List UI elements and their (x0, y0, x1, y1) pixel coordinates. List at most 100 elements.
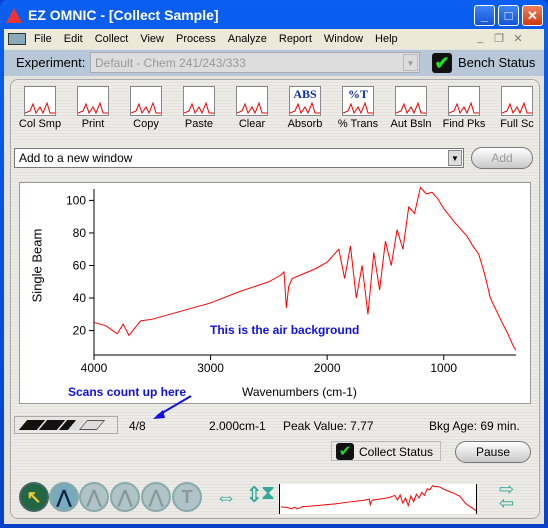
collect-sample-icon (24, 86, 56, 116)
air-background-annotation: This is the air background (210, 323, 360, 337)
toolbar-button-clear[interactable]: Clear (226, 86, 278, 130)
y-tick-label: 100 (66, 193, 86, 207)
toolbar-label: Clear (238, 118, 266, 130)
menu-bar: File Edit Collect View Process Analyze R… (4, 29, 544, 49)
pointer-tool-icon[interactable]: ↖ (19, 482, 49, 512)
toolbar-button-print[interactable]: Print (67, 86, 119, 130)
mdi-close-button[interactable]: ✕ (510, 32, 526, 45)
document-icon (8, 33, 26, 45)
x-tick-label: 4000 (81, 361, 108, 375)
client-area: File Edit Collect View Process Analyze R… (4, 29, 544, 524)
mdi-minimize-button[interactable]: _ (472, 32, 488, 44)
spectrum-chart: 4000 3000 2000 1000 100 80 60 40 20 Single Beam … (19, 182, 531, 404)
window-select-value: Add to a new window (19, 151, 133, 165)
mdi-restore-button[interactable]: ❐ (491, 32, 507, 45)
find-peaks-icon (448, 86, 480, 116)
toolbar-label: Col Smp (18, 118, 62, 130)
add-button[interactable]: Add (471, 147, 533, 169)
paste-icon (183, 86, 215, 116)
toolbar-button-find-pks[interactable]: Find Pks (438, 86, 490, 130)
resolution: 2.000cm-1 (209, 419, 266, 433)
spectrum-overview[interactable] (279, 484, 477, 514)
experiment-value: Default - Chem 241/243/333 (95, 56, 246, 70)
full-scale-icon (501, 86, 533, 116)
y-axis-label: Single Beam (29, 228, 45, 303)
window-title: EZ OMNIC - [Collect Sample] (28, 7, 219, 23)
experiment-label: Experiment: (16, 55, 86, 70)
toolbar-button-trans[interactable]: %T % Trans (332, 86, 384, 130)
spectrum-plot: 4000 3000 2000 1000 100 80 60 40 20 (66, 186, 517, 375)
x-tick-label: 1000 (430, 361, 457, 375)
collect-status[interactable]: ✔ Collect Status (331, 441, 441, 461)
toolbar-label: Find Pks (442, 118, 486, 130)
menu-window[interactable]: Window (318, 33, 369, 45)
collect-panel: Col Smp Print Copy Paste Clear ABS Absorb %T % T… (10, 79, 540, 519)
shrink-vertical-icon[interactable]: ⧗ (261, 482, 275, 505)
peak-height-tool-icon[interactable]: ⋀ (110, 482, 140, 512)
toolbar-label: Copy (133, 118, 159, 130)
menu-process[interactable]: Process (170, 33, 222, 45)
toolbar-label: Print (81, 118, 105, 130)
toolbar-button-copy[interactable]: Copy (120, 86, 172, 130)
close-button[interactable]: ✕ (522, 5, 543, 26)
menu-collect[interactable]: Collect (89, 33, 135, 45)
transmittance-icon: %T (342, 86, 374, 116)
minimize-button[interactable]: _ (474, 5, 495, 26)
peak-area-tool-icon[interactable]: ⋀ (141, 482, 171, 512)
maximize-button[interactable]: □ (498, 5, 519, 26)
y-tick-label: 40 (73, 291, 87, 305)
menu-view[interactable]: View (134, 33, 170, 45)
clear-icon (236, 86, 268, 116)
text-tool-icon[interactable]: T (172, 482, 202, 512)
auto-baseline-icon (395, 86, 427, 116)
x-axis-label: Wavenumbers (cm-1) (242, 385, 357, 399)
arrow-icon (153, 395, 192, 419)
y-tick-label: 20 (73, 324, 87, 338)
toolbar-button-aut-bsln[interactable]: Aut Bsln (385, 86, 437, 130)
pause-button[interactable]: Pause (455, 441, 531, 463)
peak-value: Peak Value: 7.77 (283, 419, 374, 433)
toolbar-label: Full Sc (500, 118, 534, 130)
experiment-bar: Experiment: Default - Chem 241/243/333 ▼… (4, 50, 544, 76)
menu-file[interactable]: File (28, 33, 58, 45)
toolbar-label: Aut Bsln (390, 118, 432, 130)
toolbar-button-col-smp[interactable]: Col Smp (14, 86, 66, 130)
y-tick-label: 60 (73, 258, 87, 272)
x-tick-label: 2000 (314, 361, 341, 375)
bench-status-check-icon: ✔ (432, 53, 452, 73)
menu-report[interactable]: Report (273, 33, 318, 45)
swap-arrows-icon[interactable]: ⇨ ⇦ (499, 480, 514, 512)
experiment-select[interactable]: Default - Chem 241/243/333 ▼ (90, 52, 420, 73)
toolbar-label: Absorb (287, 118, 323, 130)
window-select[interactable]: Add to a new window ▼ (14, 148, 464, 168)
overview-spectrum-line (280, 485, 476, 512)
menu-edit[interactable]: Edit (58, 33, 89, 45)
icon-glyph: ABS (293, 87, 317, 101)
bkg-age: Bkg Age: 69 min. (429, 419, 520, 433)
absorbance-icon: ABS (289, 86, 321, 116)
scan-count: 4/8 (129, 419, 146, 433)
x-tick-label: 3000 (197, 361, 224, 375)
icon-glyph: %T (347, 87, 368, 101)
toolbar-label: Paste (184, 118, 214, 130)
menu-analyze[interactable]: Analyze (222, 33, 273, 45)
y-tick-label: 80 (73, 226, 87, 240)
menu-help[interactable]: Help (369, 33, 404, 45)
app-logo-icon (6, 7, 22, 23)
chevron-down-icon: ▼ (448, 150, 462, 166)
toolbar-button-full-sc[interactable]: Full Sc (491, 86, 543, 130)
toolbar-label: % Trans (337, 118, 379, 130)
printer-icon (77, 86, 109, 116)
copy-icon (130, 86, 162, 116)
title-bar: EZ OMNIC - [Collect Sample] (6, 4, 219, 26)
collect-status-label: Collect Status (359, 445, 434, 459)
bench-status-label[interactable]: Bench Status (458, 55, 535, 70)
scan-progress (14, 416, 118, 434)
toolbar-button-paste[interactable]: Paste (173, 86, 225, 130)
collect-status-check-icon: ✔ (336, 443, 354, 460)
peak-label-tool-icon[interactable]: ⋀ (79, 482, 109, 512)
toolbar-button-absorb[interactable]: ABS Absorb (279, 86, 331, 130)
region-tool-icon[interactable]: ⋀ (49, 482, 79, 512)
chevron-down-icon: ▼ (403, 54, 418, 71)
expand-horizontal-icon[interactable]: ⇔ (215, 484, 237, 510)
